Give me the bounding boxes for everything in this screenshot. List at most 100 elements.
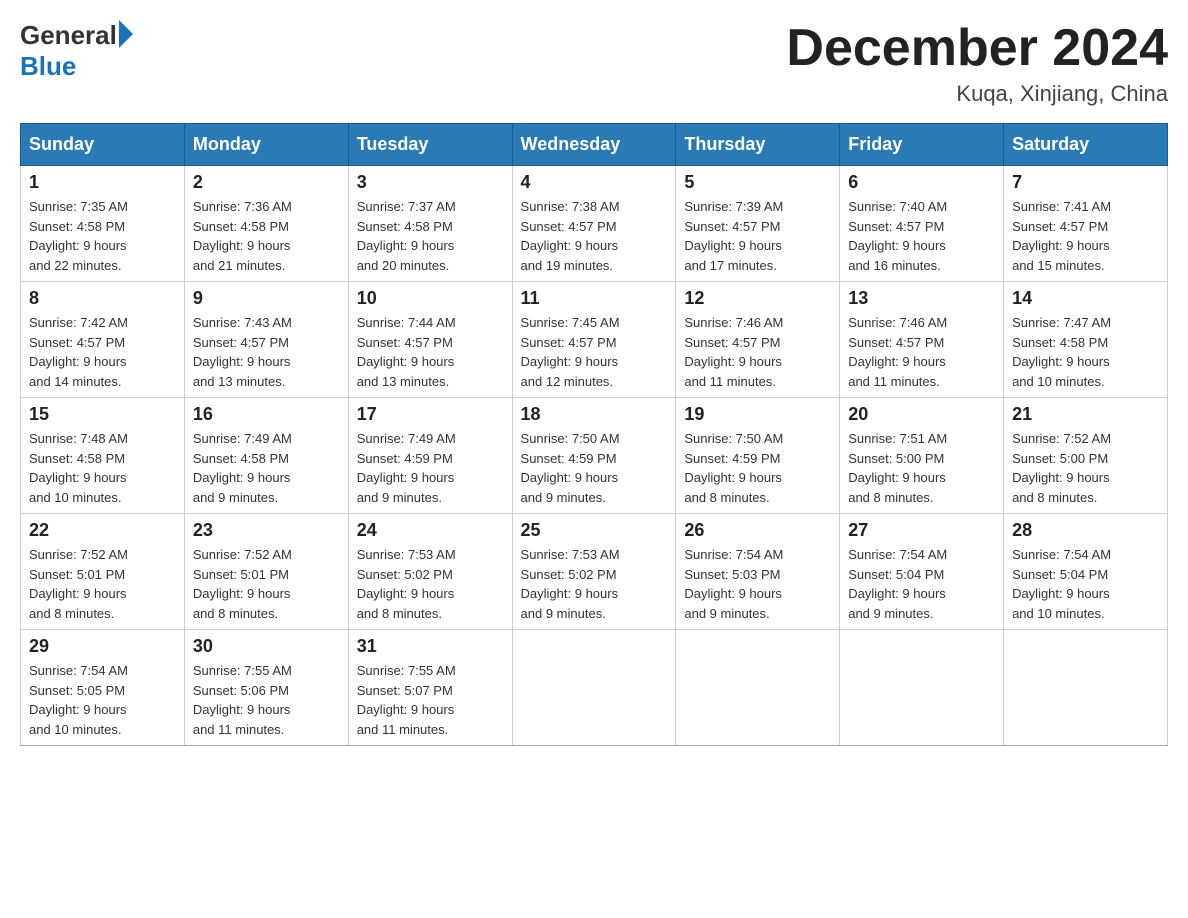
day-number: 10: [357, 288, 504, 309]
calendar-cell: 28Sunrise: 7:54 AMSunset: 5:04 PMDayligh…: [1004, 514, 1168, 630]
logo-triangle-icon: [119, 20, 133, 48]
day-of-week-header: Thursday: [676, 124, 840, 166]
calendar-cell: 7Sunrise: 7:41 AMSunset: 4:57 PMDaylight…: [1004, 166, 1168, 282]
calendar-cell: 22 Sunrise: 7:52 AMSunset: 5:01 PMDayligh…: [21, 514, 185, 630]
calendar-week-row: 22 Sunrise: 7:52 AMSunset: 5:01 PMDayligh…: [21, 514, 1168, 630]
day-number: 15: [29, 404, 176, 425]
calendar-header-row: SundayMondayTuesdayWednesdayThursdayFrid…: [21, 124, 1168, 166]
calendar-cell: 13Sunrise: 7:46 AMSunset: 4:57 PMDayligh…: [840, 282, 1004, 398]
day-number: 14: [1012, 288, 1159, 309]
day-number: 28: [1012, 520, 1159, 541]
day-info: Sunrise: 7:48 AMSunset: 4:58 PMDaylight:…: [29, 429, 176, 507]
day-info: Sunrise: 7:55 AMSunset: 5:06 PMDaylight:…: [193, 661, 340, 739]
day-info: Sunrise: 7:45 AMSunset: 4:57 PMDaylight:…: [521, 313, 668, 391]
day-number: 21: [1012, 404, 1159, 425]
calendar-cell: 21 Sunrise: 7:52 AMSunset: 5:00 PMDayligh…: [1004, 398, 1168, 514]
calendar-cell: 10 Sunrise: 7:44 AMSunset: 4:57 PMDayligh…: [348, 282, 512, 398]
month-title: December 2024: [786, 20, 1168, 77]
day-number: 26: [684, 520, 831, 541]
calendar-cell: 27Sunrise: 7:54 AMSunset: 5:04 PMDayligh…: [840, 514, 1004, 630]
day-info: Sunrise: 7:43 AMSunset: 4:57 PMDaylight:…: [193, 313, 340, 391]
day-info: Sunrise: 7:49 AMSunset: 4:59 PMDaylight:…: [357, 429, 504, 507]
calendar-cell: [840, 630, 1004, 746]
day-number: 23: [193, 520, 340, 541]
calendar-cell: 18Sunrise: 7:50 AMSunset: 4:59 PMDayligh…: [512, 398, 676, 514]
calendar-cell: 6Sunrise: 7:40 AMSunset: 4:57 PMDaylight…: [840, 166, 1004, 282]
calendar-cell: 12 Sunrise: 7:46 AMSunset: 4:57 PMDayligh…: [676, 282, 840, 398]
day-info: Sunrise: 7:47 AMSunset: 4:58 PMDaylight:…: [1012, 313, 1159, 391]
calendar-table: SundayMondayTuesdayWednesdayThursdayFrid…: [20, 123, 1168, 746]
day-info: Sunrise: 7:35 AMSunset: 4:58 PMDaylight:…: [29, 197, 176, 275]
calendar-cell: 23 Sunrise: 7:52 AMSunset: 5:01 PMDayligh…: [184, 514, 348, 630]
day-info: Sunrise: 7:51 AMSunset: 5:00 PMDaylight:…: [848, 429, 995, 507]
calendar-cell: 8 Sunrise: 7:42 AMSunset: 4:57 PMDaylight…: [21, 282, 185, 398]
day-number: 5: [684, 172, 831, 193]
calendar-week-row: 29 Sunrise: 7:54 AMSunset: 5:05 PMDayligh…: [21, 630, 1168, 746]
page-header: General Blue December 2024 Kuqa, Xinjian…: [20, 20, 1168, 107]
calendar-cell: 16 Sunrise: 7:49 AMSunset: 4:58 PMDayligh…: [184, 398, 348, 514]
day-info: Sunrise: 7:38 AMSunset: 4:57 PMDaylight:…: [521, 197, 668, 275]
day-number: 16: [193, 404, 340, 425]
day-number: 19: [684, 404, 831, 425]
location-text: Kuqa, Xinjiang, China: [786, 81, 1168, 107]
day-info: Sunrise: 7:52 AMSunset: 5:01 PMDaylight:…: [29, 545, 176, 623]
title-block: December 2024 Kuqa, Xinjiang, China: [786, 20, 1168, 107]
day-of-week-header: Wednesday: [512, 124, 676, 166]
day-info: Sunrise: 7:52 AMSunset: 5:01 PMDaylight:…: [193, 545, 340, 623]
calendar-cell: 25Sunrise: 7:53 AMSunset: 5:02 PMDayligh…: [512, 514, 676, 630]
day-number: 9: [193, 288, 340, 309]
calendar-cell: 31 Sunrise: 7:55 AMSunset: 5:07 PMDayligh…: [348, 630, 512, 746]
day-info: Sunrise: 7:50 AMSunset: 4:59 PMDaylight:…: [521, 429, 668, 507]
day-number: 11: [521, 288, 668, 309]
day-number: 8: [29, 288, 176, 309]
calendar-cell: 3 Sunrise: 7:37 AMSunset: 4:58 PMDaylight…: [348, 166, 512, 282]
day-info: Sunrise: 7:50 AMSunset: 4:59 PMDaylight:…: [684, 429, 831, 507]
calendar-cell: 15 Sunrise: 7:48 AMSunset: 4:58 PMDayligh…: [21, 398, 185, 514]
calendar-cell: 14 Sunrise: 7:47 AMSunset: 4:58 PMDayligh…: [1004, 282, 1168, 398]
day-number: 2: [193, 172, 340, 193]
day-info: Sunrise: 7:49 AMSunset: 4:58 PMDaylight:…: [193, 429, 340, 507]
day-of-week-header: Saturday: [1004, 124, 1168, 166]
calendar-cell: 11 Sunrise: 7:45 AMSunset: 4:57 PMDayligh…: [512, 282, 676, 398]
day-number: 24: [357, 520, 504, 541]
calendar-cell: [1004, 630, 1168, 746]
day-info: Sunrise: 7:53 AMSunset: 5:02 PMDaylight:…: [357, 545, 504, 623]
day-number: 30: [193, 636, 340, 657]
day-info: Sunrise: 7:46 AMSunset: 4:57 PMDaylight:…: [684, 313, 831, 391]
calendar-cell: 1Sunrise: 7:35 AMSunset: 4:58 PMDaylight…: [21, 166, 185, 282]
day-number: 22: [29, 520, 176, 541]
calendar-week-row: 15 Sunrise: 7:48 AMSunset: 4:58 PMDayligh…: [21, 398, 1168, 514]
day-info: Sunrise: 7:54 AMSunset: 5:03 PMDaylight:…: [684, 545, 831, 623]
day-info: Sunrise: 7:55 AMSunset: 5:07 PMDaylight:…: [357, 661, 504, 739]
day-number: 4: [521, 172, 668, 193]
calendar-cell: 5Sunrise: 7:39 AMSunset: 4:57 PMDaylight…: [676, 166, 840, 282]
calendar-cell: 26 Sunrise: 7:54 AMSunset: 5:03 PMDayligh…: [676, 514, 840, 630]
day-number: 12: [684, 288, 831, 309]
day-info: Sunrise: 7:52 AMSunset: 5:00 PMDaylight:…: [1012, 429, 1159, 507]
day-info: Sunrise: 7:37 AMSunset: 4:58 PMDaylight:…: [357, 197, 504, 275]
logo: General Blue: [20, 20, 133, 82]
logo-general-text: General: [20, 20, 117, 51]
day-number: 13: [848, 288, 995, 309]
day-info: Sunrise: 7:54 AMSunset: 5:05 PMDaylight:…: [29, 661, 176, 739]
day-info: Sunrise: 7:54 AMSunset: 5:04 PMDaylight:…: [848, 545, 995, 623]
day-of-week-header: Sunday: [21, 124, 185, 166]
day-number: 6: [848, 172, 995, 193]
calendar-week-row: 8 Sunrise: 7:42 AMSunset: 4:57 PMDaylight…: [21, 282, 1168, 398]
day-number: 31: [357, 636, 504, 657]
calendar-week-row: 1Sunrise: 7:35 AMSunset: 4:58 PMDaylight…: [21, 166, 1168, 282]
calendar-cell: 24 Sunrise: 7:53 AMSunset: 5:02 PMDayligh…: [348, 514, 512, 630]
day-info: Sunrise: 7:44 AMSunset: 4:57 PMDaylight:…: [357, 313, 504, 391]
day-of-week-header: Monday: [184, 124, 348, 166]
calendar-cell: 4 Sunrise: 7:38 AMSunset: 4:57 PMDaylight…: [512, 166, 676, 282]
calendar-cell: 29 Sunrise: 7:54 AMSunset: 5:05 PMDayligh…: [21, 630, 185, 746]
day-info: Sunrise: 7:41 AMSunset: 4:57 PMDaylight:…: [1012, 197, 1159, 275]
day-info: Sunrise: 7:53 AMSunset: 5:02 PMDaylight:…: [521, 545, 668, 623]
calendar-cell: 20Sunrise: 7:51 AMSunset: 5:00 PMDayligh…: [840, 398, 1004, 514]
calendar-cell: 9 Sunrise: 7:43 AMSunset: 4:57 PMDaylight…: [184, 282, 348, 398]
logo-blue-text: Blue: [20, 51, 76, 82]
day-number: 3: [357, 172, 504, 193]
day-info: Sunrise: 7:42 AMSunset: 4:57 PMDaylight:…: [29, 313, 176, 391]
day-number: 29: [29, 636, 176, 657]
calendar-cell: [676, 630, 840, 746]
